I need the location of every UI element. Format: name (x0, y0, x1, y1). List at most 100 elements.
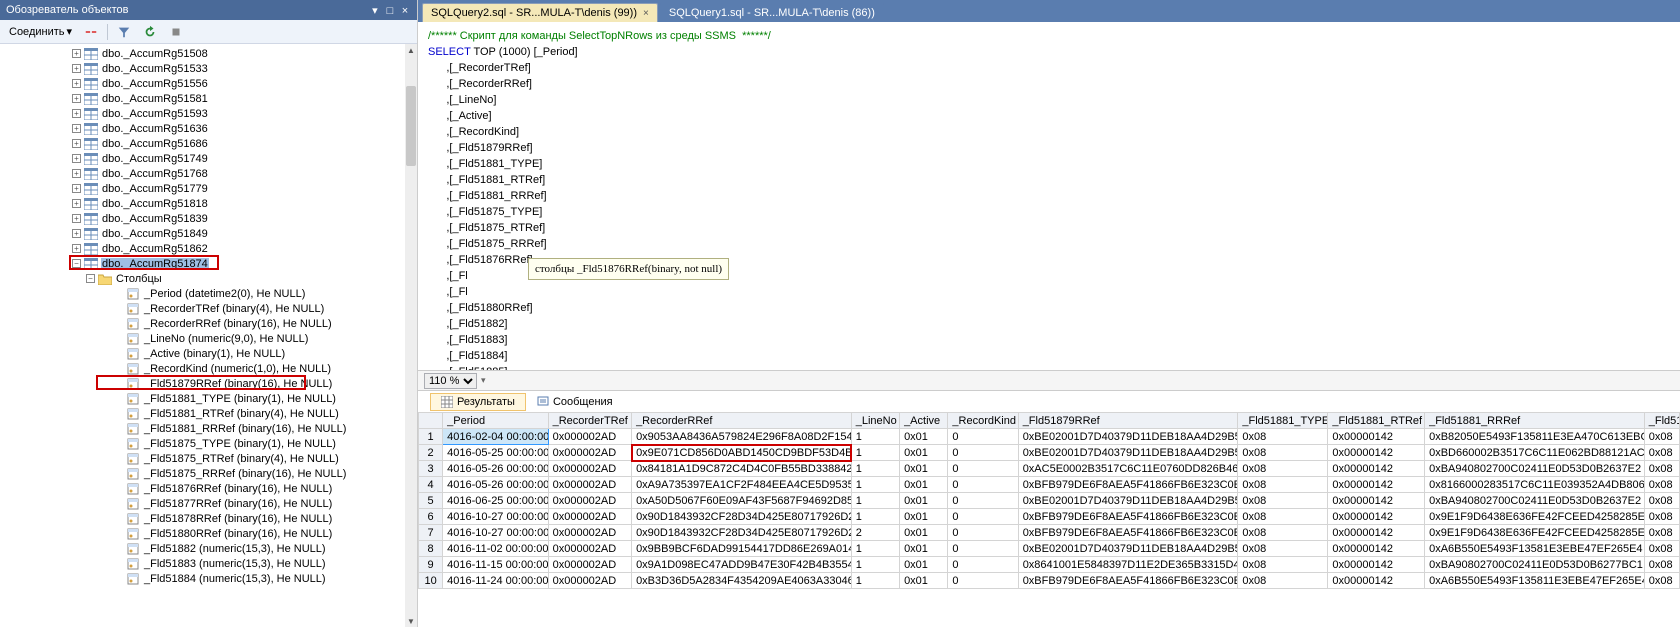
grid-cell[interactable]: 1 (851, 445, 899, 461)
grid-header[interactable]: _RecordKind (948, 413, 1018, 429)
table-row[interactable]: 54016-06-25 00:00:000x000002AD0xA50D5067… (419, 493, 1680, 509)
grid-cell[interactable]: 0x00000142 (1328, 493, 1425, 509)
grid-cell[interactable]: 0x08 (1644, 477, 1679, 493)
grid-cell[interactable]: 1 (851, 573, 899, 589)
tree-table-node[interactable]: +dbo._AccumRg51839 (0, 211, 405, 226)
grid-cell[interactable]: 0x9A1D098EC47ADD9B47E30F42B4B3554D4 (632, 557, 852, 573)
grid-cell[interactable]: 0 (948, 477, 1018, 493)
expand-icon[interactable]: + (72, 94, 81, 103)
tree-column-node[interactable]: _Fld51881_TYPE (binary(1), Не NULL) (0, 391, 405, 406)
expand-icon[interactable]: + (72, 169, 81, 178)
zoom-select[interactable]: 110 % (424, 373, 477, 389)
collapse-icon[interactable]: − (86, 274, 95, 283)
grid-cell[interactable]: 4016-05-25 00:00:00 (443, 445, 548, 461)
grid-cell[interactable]: 1 (851, 477, 899, 493)
grid-cell[interactable]: 0x01 (900, 557, 948, 573)
grid-cell[interactable]: 0x01 (900, 541, 948, 557)
grid-cell[interactable]: 0x01 (900, 429, 948, 445)
tree-column-node[interactable]: _RecorderTRef (binary(4), Не NULL) (0, 301, 405, 316)
grid-header[interactable] (419, 413, 443, 429)
grid-cell[interactable]: 4016-06-25 00:00:00 (443, 493, 548, 509)
grid-cell[interactable]: 0x84181A1D9C872C4D4C0FB55BD3388426 (632, 461, 852, 477)
grid-cell[interactable]: 0xB3D36D5A2834F4354209AE4063A33046 (632, 573, 852, 589)
grid-cell[interactable]: 0xA50D5067F60E09AF43F5687F94692D85 (632, 493, 852, 509)
connect-button[interactable]: Соединить ▾ (6, 24, 75, 39)
table-row[interactable]: 94016-11-15 00:00:000x000002AD0x9A1D098E… (419, 557, 1680, 573)
grid-cell[interactable]: 4016-10-27 00:00:00 (443, 525, 548, 541)
grid-cell[interactable]: 1 (851, 509, 899, 525)
grid-cell[interactable]: 0x000002AD (548, 461, 631, 477)
grid-cell[interactable]: 4016-05-26 00:00:00 (443, 477, 548, 493)
grid-cell[interactable]: 0x9E1F9D6438E636FE42FCEED4258285EA (1425, 525, 1645, 541)
grid-cell[interactable]: 6 (419, 509, 443, 525)
expand-icon[interactable]: + (72, 109, 81, 118)
grid-cell[interactable]: 0x9E071CD856D0ABD1450CD9BDF53D4BFA (632, 445, 852, 461)
grid-cell[interactable]: 2 (851, 525, 899, 541)
tree-column-node[interactable]: _Fld51877RRef (binary(16), Не NULL) (0, 496, 405, 511)
grid-header[interactable]: _RecorderTRef (548, 413, 631, 429)
expand-icon[interactable]: + (72, 79, 81, 88)
grid-cell[interactable]: 0x00000142 (1328, 509, 1425, 525)
grid-cell[interactable]: 0 (948, 509, 1018, 525)
filter-icon[interactable] (114, 24, 134, 40)
tree-table-node[interactable]: +dbo._AccumRg51779 (0, 181, 405, 196)
grid-cell[interactable]: 0x8166000283517C6C11E039352A4DB806 (1425, 477, 1645, 493)
grid-cell[interactable]: 1 (851, 557, 899, 573)
grid-cell[interactable]: 0x08 (1644, 541, 1679, 557)
grid-cell[interactable]: 0x000002AD (548, 445, 631, 461)
grid-cell[interactable]: 0x08 (1644, 557, 1679, 573)
grid-cell[interactable]: 0xA6B550E5493F13581E3EBE47EF265E4 (1425, 541, 1645, 557)
tree-table-node[interactable]: +dbo._AccumRg51636 (0, 121, 405, 136)
grid-cell[interactable]: 2 (419, 445, 443, 461)
tree-column-node[interactable]: _RecorderRRef (binary(16), Не NULL) (0, 316, 405, 331)
expand-icon[interactable]: + (72, 199, 81, 208)
grid-cell[interactable]: 0xBE02001D7D40379D11DEB18AA4D29B55 (1018, 429, 1238, 445)
tree-table-node[interactable]: +dbo._AccumRg51686 (0, 136, 405, 151)
grid-cell[interactable]: 0xBFB979DE6F8AEA5F41866FB6E323C0E6 (1018, 525, 1238, 541)
grid-header[interactable]: _Fld51879RRef (1018, 413, 1238, 429)
grid-cell[interactable]: 0x08 (1238, 493, 1328, 509)
sql-editor[interactable]: /****** Скрипт для команды SelectTopNRow… (418, 22, 1680, 370)
grid-cell[interactable]: 0x00000142 (1328, 557, 1425, 573)
expand-icon[interactable]: + (72, 214, 81, 223)
grid-cell[interactable]: 0x00000142 (1328, 461, 1425, 477)
tab-sqlquery2[interactable]: SQLQuery2.sql - SR...MULA-T\denis (99)) … (422, 3, 658, 22)
grid-cell[interactable]: 0x08 (1644, 461, 1679, 477)
grid-cell[interactable]: 4016-02-04 00:00:00 (443, 429, 548, 445)
grid-cell[interactable]: 0x000002AD (548, 509, 631, 525)
grid-cell[interactable]: 0 (948, 541, 1018, 557)
tree-column-node[interactable]: _Fld51881_RRRef (binary(16), Не NULL) (0, 421, 405, 436)
tree-table-node[interactable]: +dbo._AccumRg51533 (0, 61, 405, 76)
grid-cell[interactable]: 1 (851, 461, 899, 477)
grid-cell[interactable]: 0xA6B550E5493F135811E3EBE47EF265E4 (1425, 573, 1645, 589)
scroll-down-icon[interactable]: ▼ (405, 615, 417, 627)
grid-header[interactable]: _LineNo (851, 413, 899, 429)
grid-cell[interactable]: 0xBE02001D7D40379D11DEB18AA4D29B55 (1018, 445, 1238, 461)
grid-cell[interactable]: 0x08 (1238, 509, 1328, 525)
tree-column-node[interactable]: _Fld51879RRef (binary(16), Не NULL) (0, 376, 405, 391)
grid-cell[interactable]: 0x9053AA8436A579824E296F8A08D2F154 (632, 429, 852, 445)
tree-table-node[interactable]: +dbo._AccumRg51593 (0, 106, 405, 121)
grid-cell[interactable]: 0x08 (1644, 525, 1679, 541)
grid-cell[interactable]: 0x01 (900, 445, 948, 461)
grid-header[interactable]: _Active (900, 413, 948, 429)
tree-table-node[interactable]: +dbo._AccumRg51862 (0, 241, 405, 256)
grid-cell[interactable]: 0xBFB979DE6F8AEA5F41866FB6E323C0E6 (1018, 573, 1238, 589)
expand-icon[interactable]: + (72, 124, 81, 133)
expand-icon[interactable]: + (72, 64, 81, 73)
grid-cell[interactable]: 1 (851, 429, 899, 445)
tree-column-node[interactable]: _Fld51883 (numeric(15,3), Не NULL) (0, 556, 405, 571)
grid-cell[interactable]: 1 (851, 493, 899, 509)
grid-cell[interactable]: 0x01 (900, 525, 948, 541)
grid-cell[interactable]: 0x08 (1238, 461, 1328, 477)
grid-cell[interactable]: 0x01 (900, 573, 948, 589)
tree-column-node[interactable]: _Active (binary(1), Не NULL) (0, 346, 405, 361)
grid-cell[interactable]: 0x000002AD (548, 541, 631, 557)
grid-cell[interactable]: 0x00000142 (1328, 525, 1425, 541)
grid-cell[interactable]: 0x01 (900, 477, 948, 493)
grid-cell[interactable]: 0x000002AD (548, 493, 631, 509)
tree-table-node[interactable]: +dbo._AccumRg51768 (0, 166, 405, 181)
grid-cell[interactable]: 4016-11-15 00:00:00 (443, 557, 548, 573)
grid-cell[interactable]: 0x08 (1644, 573, 1679, 589)
grid-header[interactable]: _Fld51881_RRRef (1425, 413, 1645, 429)
